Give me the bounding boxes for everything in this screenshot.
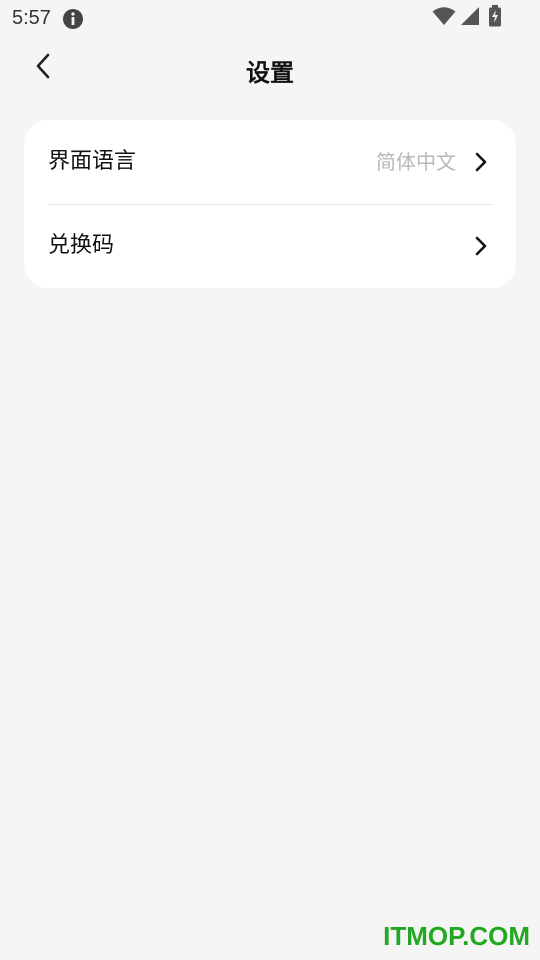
chevron-right-icon (470, 151, 492, 173)
settings-item-redeem-code[interactable]: 兑换码 (24, 204, 516, 288)
settings-card: 界面语言 简体中文 兑换码 (24, 120, 516, 288)
status-icons (432, 5, 502, 31)
settings-item-label: 兑换码 (48, 233, 115, 258)
signal-icon (458, 6, 480, 30)
chevron-right-icon (470, 235, 492, 257)
battery-charging-icon (488, 5, 502, 31)
settings-item-language[interactable]: 界面语言 简体中文 (24, 120, 516, 204)
settings-item-value: 简体中文 (376, 150, 456, 174)
status-bar: 5:57 (0, 0, 540, 36)
wifi-icon (432, 6, 456, 30)
page-title: 设置 (246, 59, 294, 87)
settings-item-label: 界面语言 (48, 149, 137, 174)
info-icon (62, 8, 84, 30)
nav-bar: 设置 (0, 40, 540, 96)
watermark: ITMOP.COM (383, 921, 530, 951)
status-time: 5:57 (12, 7, 51, 29)
